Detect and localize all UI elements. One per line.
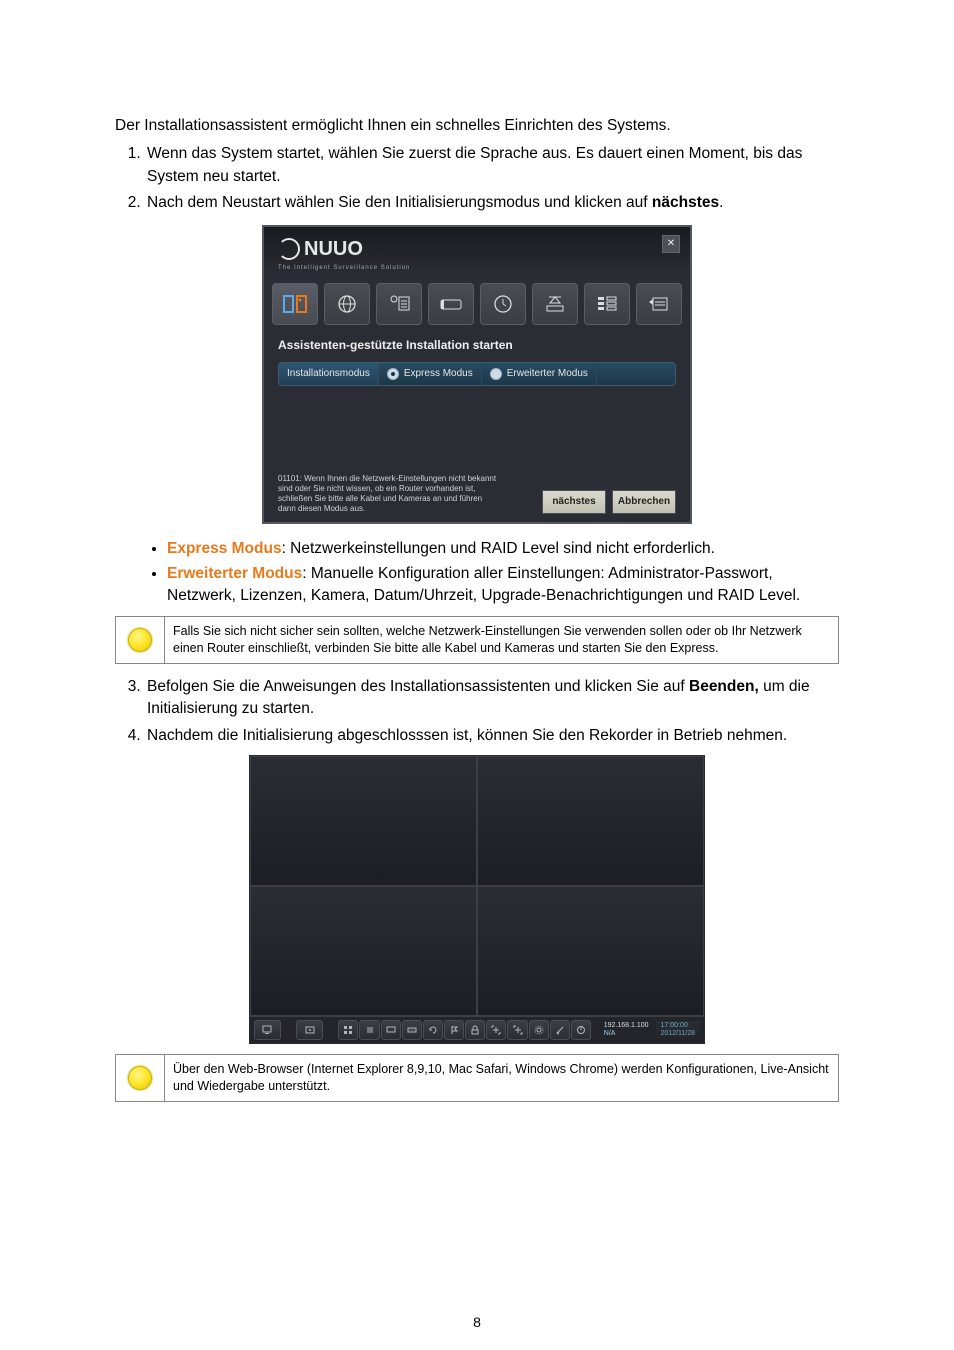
radio-advanced-label: Erweiterter Modus — [507, 367, 588, 382]
step-icon-camera[interactable] — [376, 283, 422, 325]
radio-express[interactable]: Express Modus — [379, 363, 482, 386]
grid-layout-icon[interactable] — [338, 1020, 358, 1040]
step-3-bold: Beenden, — [689, 678, 759, 695]
wizard-title: Assistenten-gestützte Installation start… — [264, 333, 690, 362]
bullet-advanced-label: Erweiterter Modus — [167, 565, 302, 582]
wizard-hint-text: 01101: Wenn Ihnen die Netzwerk-Einstellu… — [278, 474, 501, 514]
radio-advanced[interactable]: Erweiterter Modus — [482, 363, 597, 386]
step-icon-license[interactable] — [272, 283, 318, 325]
page-number: 8 — [0, 1312, 954, 1332]
nuuo-logo: NUUO The Intelligent Surveillance Soluti… — [278, 235, 410, 273]
ip-status: 192.168.1.100N/A — [599, 1021, 654, 1039]
step-4: Nachdem die Initialisierung abgeschlosss… — [145, 725, 839, 747]
step-3-pre: Befolgen Sie die Anweisungen des Install… — [147, 678, 689, 695]
bullet-express: Express Modus: Netzwerkeinstellungen und… — [167, 538, 839, 560]
step-2-pre: Nach dem Neustart wählen Sie den Initial… — [147, 194, 652, 211]
playback-icon[interactable] — [296, 1020, 323, 1040]
bullet-express-label: Express Modus — [167, 540, 282, 557]
time-value: 17:00:00 — [661, 1022, 696, 1030]
flag-icon[interactable] — [444, 1020, 464, 1040]
view-cell-4[interactable] — [477, 886, 704, 1016]
step-icon-time[interactable] — [480, 283, 526, 325]
install-mode-label: Installationsmodus — [279, 363, 379, 386]
swirl-icon — [278, 238, 300, 260]
screen-icon[interactable] — [381, 1020, 401, 1040]
lightbulb-icon — [125, 625, 155, 655]
recorder-toolbar: 192.168.1.100N/A 17:00:002012/11/28 — [250, 1016, 704, 1043]
close-icon[interactable]: ✕ — [662, 235, 680, 253]
info-note-1: Falls Sie sich nicht sicher sein sollten… — [115, 616, 839, 664]
step-icon-raid[interactable] — [584, 283, 630, 325]
keyboard-icon[interactable] — [402, 1020, 422, 1040]
time-status: 17:00:002012/11/28 — [656, 1021, 701, 1039]
gear-icon[interactable] — [529, 1020, 549, 1040]
na-value: N/A — [604, 1030, 649, 1038]
cancel-button[interactable]: Abbrechen — [612, 490, 676, 514]
power-icon[interactable] — [571, 1020, 591, 1040]
brush-icon[interactable] — [550, 1020, 570, 1040]
bullet-express-text: : Netzwerkeinstellungen und RAID Level s… — [282, 540, 715, 557]
brand-text: NUUO — [304, 235, 363, 264]
install-wizard-dialog: NUUO The Intelligent Surveillance Soluti… — [262, 225, 692, 525]
step-2-bold: nächstes — [652, 194, 719, 211]
step-icon-password[interactable] — [428, 283, 474, 325]
info-note-1-text: Falls Sie sich nicht sicher sein sollten… — [165, 617, 838, 663]
view-cell-3[interactable] — [250, 886, 477, 1016]
view-cell-1[interactable] — [250, 756, 477, 886]
step-3: Befolgen Sie die Anweisungen des Install… — [145, 676, 839, 721]
zoom-out-icon[interactable] — [486, 1020, 506, 1040]
refresh-icon[interactable] — [423, 1020, 443, 1040]
info-note-2: Über den Web-Browser (Internet Explorer … — [115, 1054, 839, 1102]
step-icon-network[interactable] — [324, 283, 370, 325]
step-2-post: . — [719, 194, 723, 211]
step-icon-finish[interactable] — [636, 283, 682, 325]
bullet-advanced: Erweiterter Modus: Manuelle Konfiguratio… — [167, 563, 839, 608]
radio-express-label: Express Modus — [404, 367, 473, 382]
next-button[interactable]: nächstes — [542, 490, 606, 514]
lock-icon[interactable] — [465, 1020, 485, 1040]
info-note-2-text: Über den Web-Browser (Internet Explorer … — [165, 1055, 838, 1101]
step-icon-upgrade[interactable] — [532, 283, 578, 325]
menu-icon[interactable] — [359, 1020, 379, 1040]
step-2: Nach dem Neustart wählen Sie den Initial… — [145, 192, 839, 214]
lightbulb-icon — [125, 1063, 155, 1093]
step-1: Wenn das System startet, wählen Sie zuer… — [145, 143, 839, 188]
monitor-icon[interactable] — [254, 1020, 281, 1040]
zoom-in-icon[interactable] — [507, 1020, 527, 1040]
recorder-live-view: 192.168.1.100N/A 17:00:002012/11/28 — [249, 755, 705, 1044]
date-value: 2012/11/28 — [661, 1030, 696, 1038]
brand-subtext: The Intelligent Surveillance Solution — [278, 264, 410, 273]
wizard-step-icons — [264, 277, 690, 333]
ip-value: 192.168.1.100 — [604, 1022, 649, 1030]
view-cell-2[interactable] — [477, 756, 704, 886]
intro-paragraph: Der Installationsassistent ermöglicht Ih… — [115, 115, 839, 137]
